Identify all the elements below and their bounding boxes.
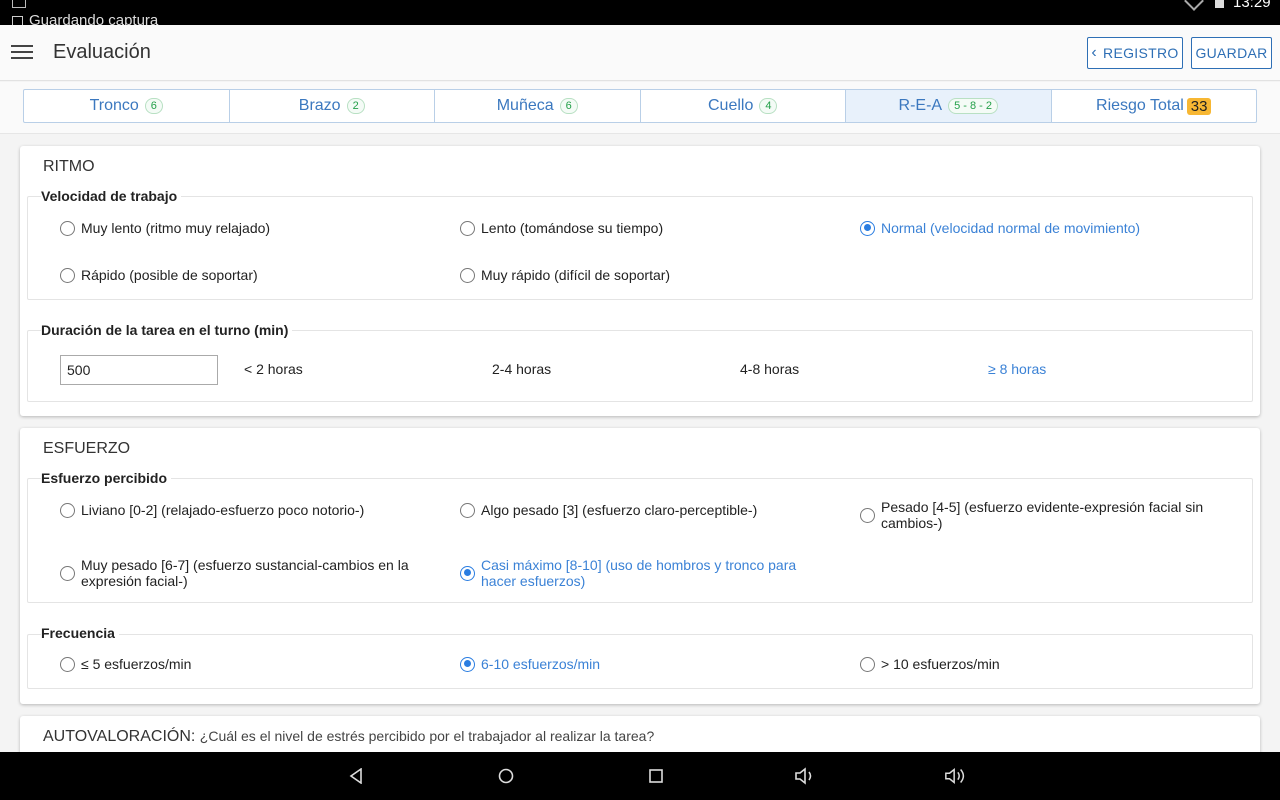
checkbox-icon xyxy=(12,15,23,25)
tab-label: Riesgo Total xyxy=(1096,97,1184,114)
score-badge: 5 - 8 - 2 xyxy=(948,98,998,114)
radio-icon xyxy=(460,220,475,236)
velocidad-legend: Velocidad de trabajo xyxy=(41,188,182,204)
velocidad-option-muy-rapido[interactable]: Muy rápido (difícil de soportar) xyxy=(460,267,670,283)
score-badge: 6 xyxy=(144,98,163,114)
option-label: Normal (velocidad normal de movimiento) xyxy=(881,220,1141,236)
percibido-option-pesado[interactable]: Pesado [4-5] (esfuerzo evidente-expresió… xyxy=(860,499,1220,531)
radio-icon xyxy=(460,267,475,283)
volume-up-icon[interactable] xyxy=(944,764,968,788)
tab-brazo[interactable]: Brazo 2 xyxy=(230,90,435,122)
page-title: Evaluación xyxy=(53,41,151,63)
recents-icon[interactable] xyxy=(644,764,668,788)
battery-icon xyxy=(1215,0,1224,8)
tab-bar: Tronco 6 Brazo 2 Muñeca 6 Cuello 4 R-E-A 5 - … xyxy=(23,89,1257,123)
status-bar: Guardando captura 13:29 xyxy=(0,0,1280,25)
radio-icon xyxy=(860,507,875,523)
option-label: Pesado [4-5] (esfuerzo evidente-expresió… xyxy=(881,499,1204,531)
percibido-option-liviano[interactable]: Liviano [0-2] (relajado-esfuerzo poco no… xyxy=(60,502,420,518)
notification-text: Guardando captura xyxy=(12,12,158,25)
option-label: Muy pesado [6-7] (esfuerzo sustancial-ca… xyxy=(81,557,409,589)
tab-tronco[interactable]: Tronco 6 xyxy=(24,90,230,122)
option-label: Liviano [0-2] (relajado-esfuerzo poco no… xyxy=(81,502,365,518)
percibido-option-algo-pesado[interactable]: Algo pesado [3] (esfuerzo claro-percepti… xyxy=(460,502,820,518)
velocidad-group xyxy=(27,196,1253,300)
tab-label: Brazo xyxy=(298,97,341,114)
frecuencia-legend: Frecuencia xyxy=(41,625,119,641)
radio-icon xyxy=(860,220,875,236)
velocidad-option-lento[interactable]: Lento (tomándose su tiempo) xyxy=(460,220,663,236)
tab-label: Muñeca xyxy=(496,97,554,114)
score-badge: 2 xyxy=(346,98,365,114)
radio-icon xyxy=(860,656,875,672)
frecuencia-option-6-10[interactable]: 6-10 esfuerzos/min xyxy=(460,656,600,672)
ritmo-title: RITMO xyxy=(43,158,95,175)
duracion-range-gte8: ≥ 8 horas xyxy=(988,361,1047,377)
tabs-container: Tronco 6 Brazo 2 Muñeca 6 Cuello 4 R-E-A 5 - … xyxy=(0,82,1280,134)
tab-label: Tronco xyxy=(89,97,139,114)
radio-icon xyxy=(460,565,475,581)
option-label: ≤ 5 esfuerzos/min xyxy=(81,656,192,672)
notification-label: Guardando captura xyxy=(29,12,159,25)
esfuerzo-title: ESFUERZO xyxy=(43,440,131,457)
radio-icon xyxy=(460,656,475,672)
velocidad-option-rapido[interactable]: Rápido (posible de soportar) xyxy=(60,267,258,283)
velocidad-option-muy-lento[interactable]: Muy lento (ritmo muy relajado) xyxy=(60,220,270,236)
radio-icon xyxy=(60,565,75,581)
tab-cuello[interactable]: Cuello 4 xyxy=(641,90,846,122)
frecuencia-option-lte5[interactable]: ≤ 5 esfuerzos/min xyxy=(60,656,191,672)
option-label: Muy rápido (difícil de soportar) xyxy=(481,267,671,283)
total-risk-badge: 33 xyxy=(1186,97,1212,115)
option-label: Lento (tomándose su tiempo) xyxy=(481,220,664,236)
back-icon[interactable] xyxy=(344,764,368,788)
frecuencia-group xyxy=(27,634,1253,689)
duracion-range-lt2: < 2 horas xyxy=(244,361,303,377)
option-label: Algo pesado [3] (esfuerzo claro-percepti… xyxy=(481,502,758,518)
clock: 13:29 xyxy=(1233,0,1271,11)
percibido-legend: Esfuerzo percibido xyxy=(41,470,172,486)
wifi-icon xyxy=(1184,0,1204,11)
option-label: 6-10 esfuerzos/min xyxy=(481,656,601,672)
tab-label: R-E-A xyxy=(898,97,943,114)
option-label: Casi máximo [8-10] (uso de hombros y tro… xyxy=(481,557,797,589)
navigation-bar xyxy=(0,752,1280,800)
duracion-legend: Duración de la tarea en el turno (min) xyxy=(41,322,293,338)
duracion-input[interactable] xyxy=(60,355,218,385)
frecuencia-option-gt10[interactable]: > 10 esfuerzos/min xyxy=(860,656,1000,672)
autovaloracion-title: AUTOVALORACIÓN: xyxy=(43,728,196,745)
autovaloracion-header: AUTOVALORACIÓN: ¿Cuál es el nivel de est… xyxy=(43,728,654,746)
esfuerzo-card: ESFUERZO Esfuerzo percibido Liviano [0-2… xyxy=(20,428,1260,704)
radio-icon xyxy=(60,502,75,518)
tab-rea[interactable]: R-E-A 5 - 8 - 2 xyxy=(846,90,1052,122)
option-label: Muy lento (ritmo muy relajado) xyxy=(81,220,271,236)
autovaloracion-question: ¿Cuál es el nivel de estrés percibido po… xyxy=(199,728,655,744)
option-label: > 10 esfuerzos/min xyxy=(881,656,1000,672)
home-icon[interactable] xyxy=(494,764,518,788)
velocidad-option-normal[interactable]: Normal (velocidad normal de movimiento) xyxy=(860,220,1140,236)
chevron-left-icon: ‹ xyxy=(1091,44,1098,61)
tab-label: Cuello xyxy=(708,97,754,114)
percibido-option-casi-maximo[interactable]: Casi máximo [8-10] (uso de hombros y tro… xyxy=(460,557,820,589)
duracion-range-4-8: 4-8 horas xyxy=(740,361,800,377)
percibido-option-muy-pesado[interactable]: Muy pesado [6-7] (esfuerzo sustancial-ca… xyxy=(60,557,420,589)
radio-icon xyxy=(60,220,75,236)
duracion-range-2-4: 2-4 horas xyxy=(492,361,552,377)
image-notification-icon xyxy=(12,0,26,8)
radio-icon xyxy=(60,656,75,672)
guardar-button[interactable]: GUARDAR xyxy=(1191,37,1272,69)
score-badge: 6 xyxy=(559,98,578,114)
registro-label: REGISTRO xyxy=(1103,45,1179,61)
ritmo-card: RITMO Velocidad de trabajo Muy lento (ri… xyxy=(20,146,1260,416)
tab-muneca[interactable]: Muñeca 6 xyxy=(435,90,641,122)
registro-button[interactable]: ‹ REGISTRO xyxy=(1087,37,1183,69)
radio-icon xyxy=(60,267,75,283)
app-bar: Evaluación ‹ REGISTRO GUARDAR xyxy=(0,25,1280,81)
radio-icon xyxy=(460,502,475,518)
menu-icon[interactable] xyxy=(11,42,33,62)
score-badge: 4 xyxy=(759,98,778,114)
option-label: Rápido (posible de soportar) xyxy=(81,267,258,283)
volume-down-icon[interactable] xyxy=(794,764,818,788)
tab-riesgo-total[interactable]: Riesgo Total 33 xyxy=(1052,90,1257,122)
